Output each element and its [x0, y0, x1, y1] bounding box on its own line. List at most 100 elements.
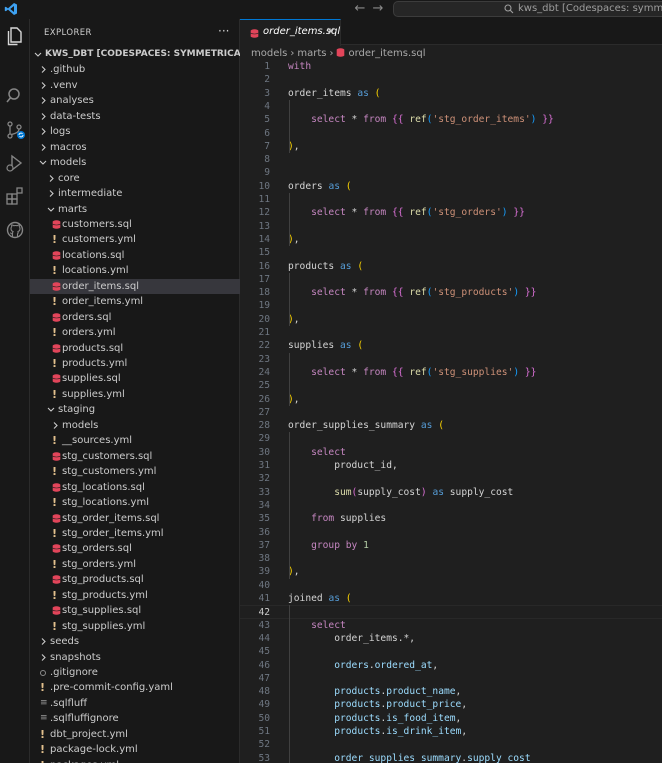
code-line[interactable]: 38	[240, 552, 662, 565]
code-line[interactable]: 24 select * from {{ ref('stg_supplies') …	[240, 366, 662, 379]
code-line[interactable]: 45	[240, 645, 662, 658]
code-line[interactable]: 29	[240, 432, 662, 445]
code-line[interactable]: 50 products.is_food_item,	[240, 712, 662, 725]
code-line[interactable]: 18 select * from {{ ref('stg_products') …	[240, 286, 662, 299]
tree-file[interactable]: products.sql	[30, 341, 240, 357]
tree-folder[interactable]: KWS_DBT [CODESPACES: SYMMETRICAL SYSTEM]	[30, 47, 294, 63]
tree-file[interactable]: ! stg_locations.yml	[30, 495, 240, 511]
code-line[interactable]: 15	[240, 246, 662, 259]
code-line[interactable]: 34	[240, 499, 662, 512]
tree-folder[interactable]: data-tests	[30, 109, 240, 125]
code-line[interactable]: 19	[240, 299, 662, 312]
tree-file[interactable]: ! .pre-commit-config.yaml	[30, 680, 240, 696]
tree-file[interactable]: ! products.yml	[30, 356, 240, 372]
tree-file[interactable]: stg_order_items.sql	[30, 511, 240, 527]
tree-file[interactable]: stg_locations.sql	[30, 480, 240, 496]
code-line[interactable]: 47	[240, 672, 662, 685]
code-line[interactable]: 8	[240, 153, 662, 166]
tree-folder[interactable]: seeds	[30, 634, 240, 650]
tree-folder[interactable]: marts	[30, 202, 240, 218]
tree-file[interactable]: ! order_items.yml	[30, 294, 240, 310]
tree-folder[interactable]: models	[30, 155, 240, 171]
code-line[interactable]: 26),	[240, 393, 662, 406]
command-center-search[interactable]: kws_dbt [Codespaces: symmetrical system]	[393, 1, 662, 17]
code-line[interactable]: 28 order_supplies_summary as (	[240, 419, 662, 432]
code-line[interactable]: 17	[240, 273, 662, 286]
code-line[interactable]: 46 orders.ordered_at,	[240, 659, 662, 672]
code-line[interactable]: 43 select	[240, 619, 662, 632]
tab-order-items-sql[interactable]: order_items.sql ✕	[240, 19, 341, 46]
tree-file[interactable]: ≡ .sqlfluff	[30, 696, 240, 712]
tree-file[interactable]: ! __sources.yml	[30, 433, 240, 449]
tree-file[interactable]: locations.sql	[30, 248, 240, 264]
code-line[interactable]: 31 product_id,	[240, 459, 662, 472]
tree-folder[interactable]: .github	[30, 62, 240, 78]
tree-file[interactable]: stg_orders.sql	[30, 541, 240, 557]
tree-file[interactable]: order_items.sql	[30, 278, 240, 295]
tree-file[interactable]: ! stg_order_items.yml	[30, 526, 240, 542]
tree-file[interactable]: ! package-lock.yml	[30, 742, 240, 758]
code-line[interactable]: 33 sum(supply_cost) as supply_cost	[240, 486, 662, 499]
code-line[interactable]: 6	[240, 127, 662, 140]
code-line[interactable]: 14),	[240, 233, 662, 246]
github-icon[interactable]	[4, 219, 26, 241]
code-line[interactable]: 1 with	[240, 60, 662, 73]
tree-folder[interactable]: macros	[30, 140, 240, 156]
tree-file[interactable]: ! stg_orders.yml	[30, 557, 240, 573]
code-line[interactable]: 13	[240, 220, 662, 233]
nav-back-icon[interactable]: ←	[352, 1, 368, 17]
code-line[interactable]: 11	[240, 193, 662, 206]
code-line[interactable]: 5 select * from {{ ref('stg_order_items'…	[240, 113, 662, 126]
explorer-icon[interactable]	[4, 25, 26, 47]
source-control-icon[interactable]	[4, 119, 26, 141]
code-line[interactable]: 12 select * from {{ ref('stg_orders') }}	[240, 206, 662, 219]
code-line[interactable]: 7),	[240, 140, 662, 153]
tree-folder[interactable]: analyses	[30, 93, 240, 109]
code-line[interactable]: 42	[240, 605, 662, 619]
tree-folder[interactable]: staging	[30, 402, 240, 418]
code-line[interactable]: 39),	[240, 565, 662, 578]
breadcrumb-item-models[interactable]: models	[251, 48, 287, 59]
code-line[interactable]: 3 order_items as (	[240, 87, 662, 100]
code-line[interactable]: 23	[240, 353, 662, 366]
code-line[interactable]: 10 orders as (	[240, 180, 662, 193]
code-line[interactable]: 2	[240, 73, 662, 86]
code-line[interactable]: 9	[240, 166, 662, 179]
tree-file[interactable]: ! stg_products.yml	[30, 588, 240, 604]
close-icon[interactable]: ✕	[326, 25, 335, 38]
tree-file[interactable]: ! customers.yml	[30, 232, 240, 248]
nav-forward-icon[interactable]: →	[370, 1, 386, 17]
tree-file[interactable]: stg_supplies.sql	[30, 603, 240, 619]
breadcrumb-item-file[interactable]: order_items.sql	[348, 48, 425, 59]
breadcrumb-item-marts[interactable]: marts	[297, 48, 326, 59]
code-line[interactable]: 16 products as (	[240, 260, 662, 273]
code-line[interactable]: 40	[240, 579, 662, 592]
tree-file[interactable]: stg_customers.sql	[30, 449, 240, 465]
code-line[interactable]: 21	[240, 326, 662, 339]
tree-folder[interactable]: .venv	[30, 78, 240, 94]
code-line[interactable]: 35 from supplies	[240, 512, 662, 525]
code-line[interactable]: 37 group by 1	[240, 539, 662, 552]
tree-folder[interactable]: models	[30, 418, 240, 434]
tree-folder[interactable]: intermediate	[30, 186, 240, 202]
tree-file[interactable]: supplies.sql	[30, 371, 240, 387]
tree-file[interactable]: ! locations.yml	[30, 263, 240, 279]
tree-file[interactable]: stg_products.sql	[30, 572, 240, 588]
tree-file[interactable]: ! packages.yml	[30, 758, 240, 763]
tree-file[interactable]: ! stg_supplies.yml	[30, 619, 240, 635]
tree-file[interactable]: ! stg_customers.yml	[30, 464, 240, 480]
tree-file[interactable]: customers.sql	[30, 217, 240, 233]
code-line[interactable]: 27	[240, 406, 662, 419]
tree-file[interactable]: ! dbt_project.yml	[30, 727, 240, 743]
code-line[interactable]: 44 order_items.*,	[240, 632, 662, 645]
code-line[interactable]: 41 joined as (	[240, 592, 662, 605]
tree-folder[interactable]: core	[30, 171, 240, 187]
code-line[interactable]: 36	[240, 526, 662, 539]
tree-file[interactable]: .gitignore	[30, 665, 240, 681]
code-line[interactable]: 32	[240, 472, 662, 485]
code-line[interactable]: 30 select	[240, 446, 662, 459]
code-line[interactable]: 48 products.product_name,	[240, 685, 662, 698]
search-icon[interactable]	[4, 85, 26, 107]
code-line[interactable]: 22 supplies as (	[240, 339, 662, 352]
tree-file[interactable]: ! orders.yml	[30, 325, 240, 341]
